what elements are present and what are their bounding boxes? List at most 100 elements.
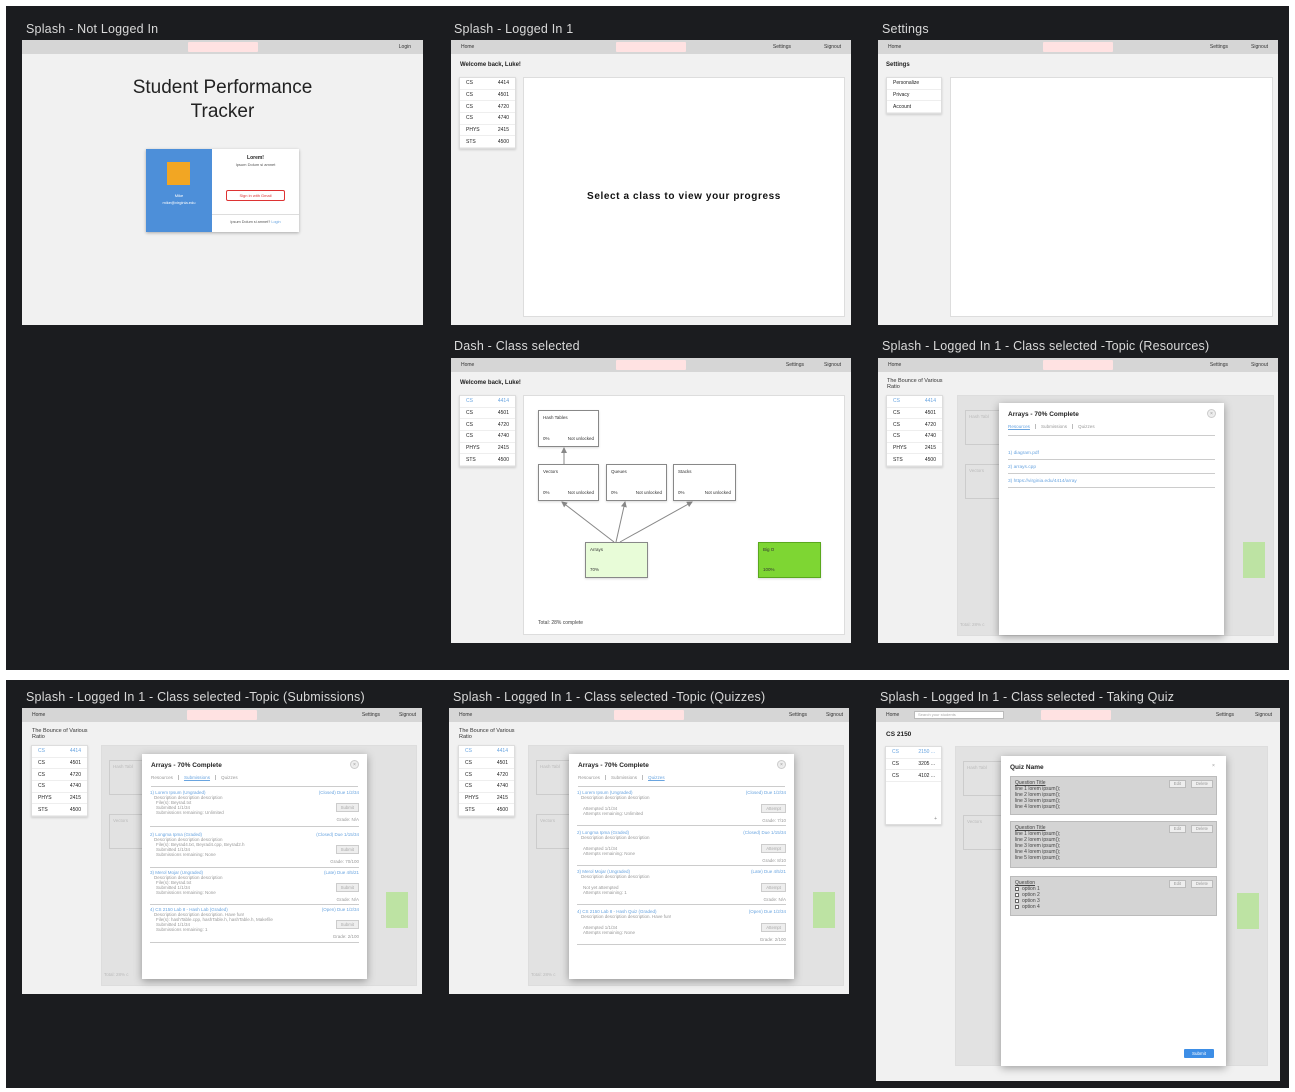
- settings-item-privacy[interactable]: Privacy: [887, 90, 941, 102]
- edit-button[interactable]: Edit: [1168, 880, 1186, 888]
- settings-link[interactable]: Settings: [789, 712, 807, 718]
- tab-quizzes[interactable]: Quizzes: [216, 775, 243, 780]
- delete-button[interactable]: Delete: [1190, 880, 1213, 888]
- class-item[interactable]: PHYS 2415: [460, 125, 515, 137]
- settings-link[interactable]: Settings: [786, 362, 804, 368]
- class-item[interactable]: CS 4501: [459, 758, 514, 770]
- tab-resources[interactable]: Resources: [578, 775, 606, 780]
- class-item[interactable]: CS 4720: [32, 769, 87, 782]
- settings-link[interactable]: Settings: [1216, 712, 1234, 718]
- submit-button[interactable]: Submit: [335, 883, 359, 892]
- tab-resources[interactable]: Resources: [151, 775, 179, 780]
- home-link[interactable]: Home: [888, 362, 901, 368]
- class-item[interactable]: CS 4740: [460, 113, 515, 125]
- search-input[interactable]: Search your students: [914, 711, 1004, 719]
- delete-button[interactable]: Delete: [1190, 825, 1213, 833]
- tab-submissions[interactable]: Submissions: [1036, 424, 1074, 429]
- option-checkbox[interactable]: [1015, 905, 1019, 909]
- class-item[interactable]: STS 4500: [887, 454, 942, 467]
- submit-button[interactable]: Submit: [335, 845, 359, 854]
- settings-link[interactable]: Settings: [773, 44, 791, 50]
- settings-link[interactable]: Settings: [1210, 44, 1228, 50]
- resource-link[interactable]: 1) diagram.pdf: [1008, 451, 1215, 460]
- home-link[interactable]: Home: [461, 44, 474, 50]
- class-item[interactable]: CS 3205 ...: [886, 759, 941, 771]
- resource-link[interactable]: 2) arrays.cpp: [1008, 465, 1215, 474]
- class-item[interactable]: CS 4414: [460, 78, 515, 90]
- settings-link[interactable]: Settings: [362, 712, 380, 718]
- signout-link[interactable]: Signout: [1251, 44, 1268, 50]
- class-item[interactable]: PHYS 2415: [459, 793, 514, 805]
- home-link[interactable]: Home: [459, 712, 472, 718]
- topic-stacks[interactable]: Stacks 0% Not unlocked: [673, 464, 736, 501]
- tab-quizzes[interactable]: Quizzes: [643, 775, 670, 780]
- home-link[interactable]: Home: [32, 712, 45, 718]
- class-item[interactable]: STS 4500: [459, 804, 514, 817]
- signout-link[interactable]: Signout: [826, 712, 843, 718]
- class-item[interactable]: CS 4414: [459, 746, 514, 758]
- gmail-signin-button[interactable]: Sign in with Gmail: [226, 190, 285, 201]
- class-item[interactable]: STS 4500: [32, 804, 87, 817]
- class-item[interactable]: CS 4720: [460, 101, 515, 114]
- option-checkbox[interactable]: [1015, 887, 1019, 891]
- tab-submissions[interactable]: Submissions: [179, 775, 217, 780]
- topic-queues[interactable]: Queues 0% Not unlocked: [606, 464, 667, 501]
- tab-resources[interactable]: Resources: [1008, 424, 1036, 429]
- topic-hash-tables[interactable]: Hash Tables 0% Not unlocked: [538, 410, 599, 447]
- quiz-option[interactable]: option 4: [1015, 904, 1212, 910]
- close-icon[interactable]: ×: [350, 760, 359, 769]
- edit-button[interactable]: Edit: [1168, 825, 1186, 833]
- submit-button[interactable]: Submit: [335, 803, 359, 812]
- login-link[interactable]: Login: [399, 44, 411, 50]
- tab-submissions[interactable]: Submissions: [606, 775, 644, 780]
- class-item[interactable]: STS 4500: [460, 136, 515, 149]
- class-item[interactable]: PHYS 2415: [460, 443, 515, 455]
- footer-login-link[interactable]: Login: [271, 220, 280, 224]
- home-link[interactable]: Home: [888, 44, 901, 50]
- signout-link[interactable]: Signout: [1255, 712, 1272, 718]
- signout-link[interactable]: Signout: [399, 712, 416, 718]
- class-item[interactable]: CS 4414: [32, 746, 87, 758]
- class-item[interactable]: CS 4501: [887, 408, 942, 420]
- class-item[interactable]: CS 4501: [460, 408, 515, 420]
- home-link[interactable]: Home: [886, 712, 899, 718]
- class-item[interactable]: PHYS 2415: [887, 443, 942, 455]
- signout-link[interactable]: Signout: [824, 362, 841, 368]
- delete-button[interactable]: Delete: [1190, 780, 1213, 788]
- class-item[interactable]: CS 4414: [460, 396, 515, 408]
- close-icon[interactable]: ×: [777, 760, 786, 769]
- attempt-button[interactable]: Attempt: [761, 883, 786, 892]
- class-item[interactable]: CS 4501: [32, 758, 87, 770]
- settings-item-personalize[interactable]: Personalize: [887, 78, 941, 90]
- settings-link[interactable]: Settings: [1210, 362, 1228, 368]
- resource-link[interactable]: 3) https://virginia.edu/4414/array: [1008, 479, 1215, 488]
- class-item[interactable]: CS 4740: [887, 431, 942, 443]
- topic-vectors[interactable]: Vectors 0% Not unlocked: [538, 464, 599, 501]
- close-icon[interactable]: ×: [1209, 762, 1218, 771]
- class-item[interactable]: CS 4740: [32, 781, 87, 793]
- option-checkbox[interactable]: [1015, 899, 1019, 903]
- attempt-button[interactable]: Attempt: [761, 844, 786, 853]
- submit-quiz-button[interactable]: Submit: [1183, 1049, 1214, 1058]
- tab-quizzes[interactable]: Quizzes: [1073, 424, 1100, 429]
- option-checkbox[interactable]: [1015, 893, 1019, 897]
- class-item[interactable]: CS 4740: [460, 431, 515, 443]
- edit-button[interactable]: Edit: [1168, 780, 1186, 788]
- class-item[interactable]: STS 4500: [460, 454, 515, 467]
- settings-item-account[interactable]: Account: [887, 101, 941, 114]
- class-item[interactable]: PHYS 2415: [32, 793, 87, 805]
- close-icon[interactable]: ×: [1207, 409, 1216, 418]
- class-item[interactable]: CS 4720: [460, 419, 515, 432]
- class-item[interactable]: CS 2150 ...: [886, 747, 941, 759]
- class-item[interactable]: CS 4414: [887, 396, 942, 408]
- topic-arrays[interactable]: Arrays 70%: [585, 542, 648, 578]
- signout-link[interactable]: Signout: [824, 44, 841, 50]
- submit-button[interactable]: Submit: [335, 920, 359, 929]
- add-class-button[interactable]: +: [934, 816, 937, 822]
- class-item[interactable]: CS 4720: [459, 769, 514, 782]
- topic-big-o[interactable]: Big O 100%: [758, 542, 821, 578]
- attempt-button[interactable]: Attempt: [761, 923, 786, 932]
- class-item[interactable]: CS 4102 ...: [886, 770, 941, 783]
- class-item[interactable]: CS 4740: [459, 781, 514, 793]
- attempt-button[interactable]: Attempt: [761, 804, 786, 813]
